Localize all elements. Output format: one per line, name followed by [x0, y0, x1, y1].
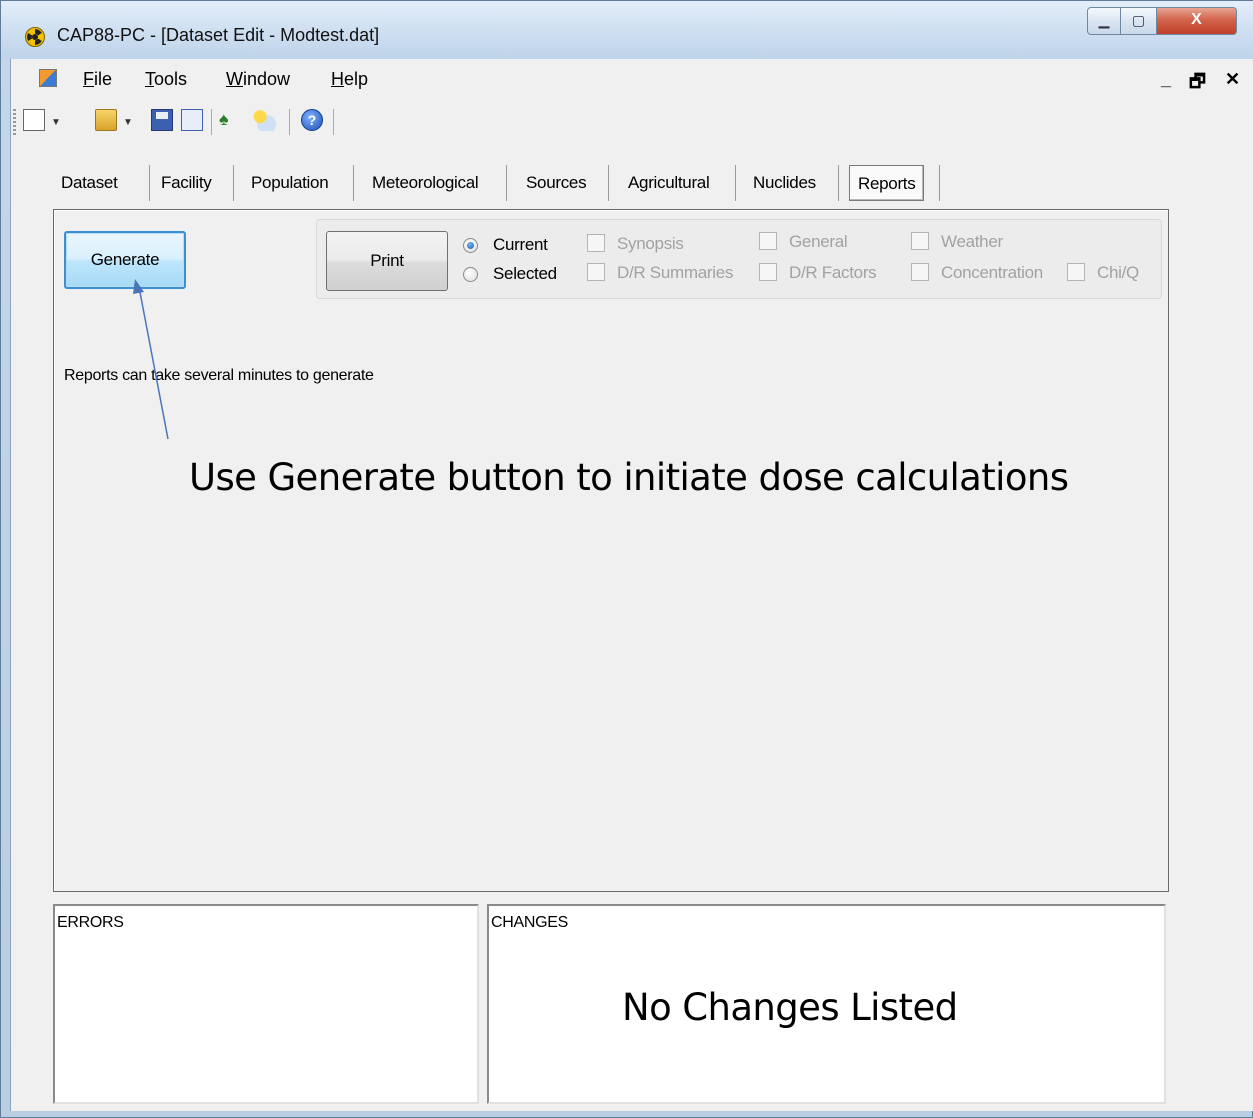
tab-meteorological[interactable]: Meteorological — [372, 163, 479, 203]
new-document-icon[interactable] — [23, 109, 45, 131]
window-close-button[interactable]: X — [1157, 7, 1237, 35]
tab-separator — [506, 165, 507, 201]
title-bar[interactable]: CAP88-PC - [Dataset Edit - Modtest.dat] … — [1, 1, 1253, 59]
menu-file-accel: F — [83, 69, 94, 89]
checkbox-concentration-label: Concentration — [941, 263, 1043, 282]
save-as-icon[interactable] — [181, 109, 203, 131]
open-folder-icon[interactable] — [95, 109, 117, 131]
radio-current-label[interactable]: Current — [493, 235, 548, 255]
tab-nuclides[interactable]: Nuclides — [753, 163, 816, 203]
checkbox-weather-label: Weather — [941, 232, 1003, 251]
mdi-restore-button[interactable]: 🗗 — [1189, 69, 1206, 99]
checkbox-chiq[interactable] — [1067, 263, 1085, 281]
menu-tools[interactable]: Tools — [145, 69, 187, 90]
checkbox-synopsis[interactable] — [587, 234, 605, 252]
toolbar-separator — [333, 109, 334, 135]
toolbar-separator — [211, 109, 212, 135]
tab-separator — [353, 165, 354, 201]
tab-separator — [233, 165, 234, 201]
radiation-app-icon — [25, 27, 45, 47]
print-options-group: Print Current Selected Synopsis General … — [316, 219, 1162, 299]
tab-sources[interactable]: Sources — [526, 163, 587, 203]
tab-separator — [939, 165, 940, 201]
menu-help-accel: H — [331, 69, 344, 89]
open-dropdown-icon[interactable]: ▼ — [123, 117, 133, 128]
changes-message: No Changes Listed — [622, 986, 958, 1029]
radio-current[interactable] — [463, 238, 478, 253]
new-dropdown-icon[interactable]: ▼ — [51, 117, 61, 128]
tab-reports[interactable]: Reports — [849, 165, 925, 201]
help-icon[interactable]: ? — [301, 109, 323, 131]
radio-selected[interactable] — [463, 267, 478, 282]
menu-help-rest: elp — [344, 69, 369, 89]
tab-agricultural[interactable]: Agricultural — [628, 163, 710, 203]
mdi-minimize-button[interactable]: _ — [1161, 69, 1171, 90]
checkbox-synopsis-label: Synopsis — [617, 234, 684, 253]
generate-button[interactable]: Generate — [64, 231, 186, 289]
changes-title: CHANGES — [491, 914, 569, 931]
window-title: CAP88-PC - [Dataset Edit - Modtest.dat] — [57, 25, 380, 45]
toolbar: ▼ ▼ ♠ ? — [11, 101, 1253, 143]
tab-separator — [735, 165, 736, 201]
checkbox-dr-factors[interactable] — [759, 263, 777, 281]
checkbox-general-label: General — [789, 232, 848, 251]
menu-file[interactable]: File — [83, 69, 112, 90]
menu-tools-accel: T — [145, 69, 154, 89]
reports-panel: Generate Print Current Selected Synopsis… — [53, 209, 1169, 892]
menu-tools-rest: ools — [154, 69, 188, 89]
radio-selected-label[interactable]: Selected — [493, 264, 557, 284]
changes-box[interactable]: CHANGES No Changes Listed — [487, 904, 1166, 1104]
checkbox-dr-factors-label: D/R Factors — [789, 263, 877, 282]
errors-box[interactable]: ERRORS — [53, 904, 479, 1104]
find-icon[interactable]: ♠ — [219, 109, 241, 131]
mdi-close-button[interactable]: ✕ — [1225, 69, 1240, 90]
tab-separator — [608, 165, 609, 201]
toolbar-separator — [289, 109, 290, 135]
errors-title: ERRORS — [57, 914, 124, 931]
window-minimize-button[interactable]: ▁ — [1087, 7, 1121, 35]
tab-separator — [149, 165, 150, 201]
tab-dataset[interactable]: Dataset — [61, 163, 118, 203]
menu-window[interactable]: Window — [226, 69, 290, 90]
save-icon[interactable] — [151, 109, 173, 131]
tab-facility[interactable]: Facility — [161, 163, 212, 203]
menu-window-accel: W — [226, 69, 243, 89]
checkbox-weather[interactable] — [911, 232, 929, 250]
checkbox-chiq-label: Chi/Q — [1097, 263, 1139, 282]
tab-population[interactable]: Population — [251, 163, 329, 203]
weather-icon[interactable] — [251, 109, 277, 131]
print-button[interactable]: Print — [326, 231, 448, 291]
checkbox-concentration[interactable] — [911, 263, 929, 281]
menu-bar: File Tools Window Help _ 🗗 ✕ — [11, 59, 1253, 101]
app-window: CAP88-PC - [Dataset Edit - Modtest.dat] … — [0, 0, 1253, 1118]
window-maximize-button[interactable]: ▢ — [1121, 7, 1157, 35]
toolbar-grip[interactable] — [13, 109, 16, 135]
menu-window-rest: indow — [243, 69, 291, 89]
document-window-icon[interactable] — [39, 69, 57, 87]
checkbox-general[interactable] — [759, 232, 777, 250]
annotation-callout: Use Generate button to initiate dose cal… — [189, 456, 1069, 499]
checkbox-dr-summaries-label: D/R Summaries — [617, 263, 734, 282]
checkbox-dr-summaries[interactable] — [587, 263, 605, 281]
menu-file-rest: ile — [94, 69, 113, 89]
tab-separator — [838, 165, 839, 201]
reports-note: Reports can take several minutes to gene… — [64, 367, 374, 384]
menu-help[interactable]: Help — [331, 69, 368, 90]
